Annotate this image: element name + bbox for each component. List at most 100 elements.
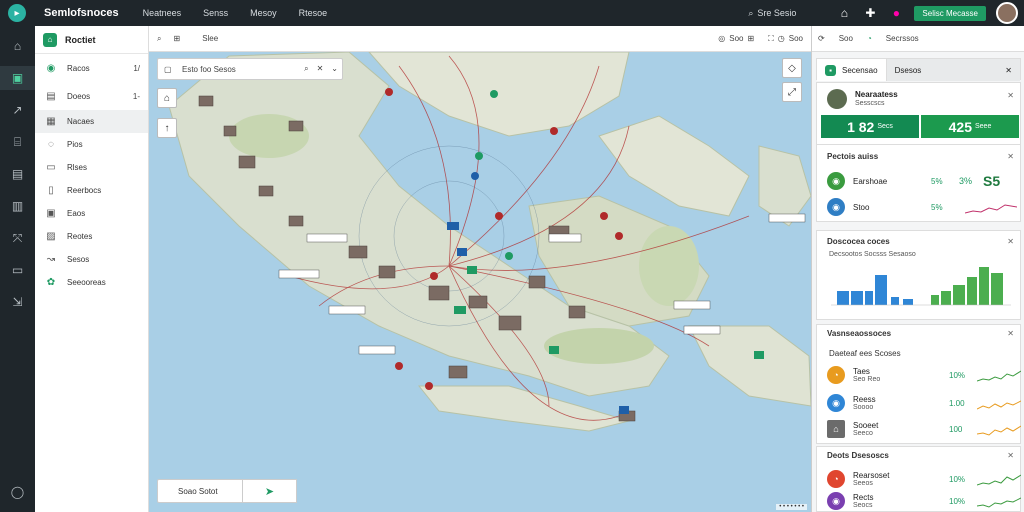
nav-item[interactable]: ▤ Doeos 1- bbox=[35, 82, 148, 110]
rail-home-icon[interactable]: ⌂ bbox=[0, 34, 35, 58]
map-marker[interactable] bbox=[467, 266, 477, 274]
top-nav-item-4[interactable]: Rtesoe bbox=[299, 8, 328, 18]
rail-book-icon[interactable]: ▤ bbox=[0, 162, 35, 186]
rail-chat-icon[interactable]: ◯ bbox=[0, 480, 35, 504]
list-item-label: Rects bbox=[853, 493, 874, 502]
rail-bank-icon[interactable]: ⌸ bbox=[0, 130, 35, 154]
navigate-button[interactable]: ➤ bbox=[242, 479, 297, 503]
map-search-text: Esto foo Sesos bbox=[182, 64, 236, 74]
nav-item[interactable]: ▣ Eaos bbox=[35, 202, 148, 225]
map-marker[interactable] bbox=[754, 351, 764, 359]
map-marker[interactable] bbox=[454, 306, 466, 314]
list-item[interactable]: ◔ Taes Seo Reo 10% bbox=[827, 365, 1021, 385]
tab-data[interactable]: Dsesos ✕ bbox=[886, 59, 1020, 81]
right-toolbar-label-2[interactable]: Secrssos bbox=[886, 34, 919, 43]
layers-control-icon[interactable]: ⌂ bbox=[157, 88, 177, 108]
right-toolbar-label-1[interactable]: Soo bbox=[839, 34, 853, 43]
rail-export-icon[interactable]: ⇲ bbox=[0, 290, 35, 314]
nav-item[interactable]: ▭ Rlses bbox=[35, 156, 148, 179]
close-icon[interactable]: ✕ bbox=[1007, 451, 1014, 460]
map-marker[interactable] bbox=[395, 362, 403, 370]
map-toolbar-right-label-2[interactable]: Soo bbox=[789, 34, 803, 43]
rail-monitor-icon[interactable]: ▭ bbox=[0, 258, 35, 282]
rail-document-icon[interactable]: ▥ bbox=[0, 194, 35, 218]
top-nav-item-2[interactable]: Senss bbox=[203, 8, 228, 18]
target-icon[interactable]: ◎ bbox=[718, 34, 725, 43]
map-marker[interactable] bbox=[471, 172, 479, 180]
rail-route-icon[interactable]: ↗ bbox=[0, 98, 35, 122]
filter-icon[interactable]: ⊞ bbox=[173, 34, 180, 43]
map-view[interactable]: ⌕ ⊞ Slee ◎ Soo ⊞ ⛶ ◷ Soo ▢ Esto foo Seso… bbox=[149, 26, 811, 512]
metrics-card-title: Pectois auiss bbox=[827, 152, 879, 161]
grid-icon[interactable]: ⊞ bbox=[747, 34, 754, 43]
map-marker[interactable] bbox=[425, 382, 433, 390]
map-toolbar-right-label-1[interactable]: Soo bbox=[729, 34, 743, 43]
home-icon[interactable]: ⌂ bbox=[836, 5, 852, 21]
compass-icon[interactable]: ↑ bbox=[157, 118, 177, 138]
map-search-input[interactable]: ▢ Esto foo Sesos ⌕ ✕ ⌄ bbox=[157, 58, 343, 80]
list-item[interactable]: ◉ Rects Seocs 10% bbox=[827, 491, 1021, 511]
rail-map-icon[interactable]: ▣ bbox=[0, 66, 35, 90]
map-marker[interactable] bbox=[447, 222, 459, 230]
top-action-button[interactable]: Selisc Mecasse bbox=[914, 5, 986, 21]
close-icon[interactable]: ✕ bbox=[1007, 329, 1014, 338]
list-item-text: Rearsoset Seeos bbox=[853, 471, 889, 487]
map-marker[interactable] bbox=[619, 406, 629, 414]
close-icon[interactable]: ✕ bbox=[1005, 66, 1012, 75]
nav-item[interactable]: ✿ Seeooreas bbox=[35, 271, 148, 294]
map-marker[interactable] bbox=[430, 272, 438, 280]
map-marker[interactable] bbox=[550, 127, 558, 135]
map-marker[interactable] bbox=[600, 212, 608, 220]
close-icon[interactable]: ✕ bbox=[317, 64, 324, 74]
list-item-value: 10% bbox=[949, 370, 966, 380]
nav-item[interactable]: ▦ Nacaes bbox=[35, 110, 148, 133]
nav-item[interactable]: ◉ Racos 1/ bbox=[35, 54, 148, 82]
global-search[interactable]: ⌕ Sre Sesio bbox=[748, 8, 796, 19]
close-icon[interactable]: ✕ bbox=[1007, 237, 1014, 246]
tab-details[interactable]: ▪ Secensao bbox=[817, 59, 887, 81]
nav-item[interactable]: ▯ Reerbocs bbox=[35, 179, 148, 202]
avatar[interactable] bbox=[996, 2, 1018, 24]
metric-row[interactable]: ◉ Stoo 5% bbox=[827, 197, 1017, 217]
app-logo-icon[interactable]: ▸ bbox=[8, 4, 26, 22]
send-icon: ➤ bbox=[264, 485, 275, 498]
map-marker[interactable] bbox=[475, 152, 483, 160]
list-item[interactable]: ◔ Rearsoset Seeos 10% bbox=[827, 469, 1021, 489]
expand-icon[interactable]: ⛶ bbox=[768, 34, 774, 44]
top-nav-item-3[interactable]: Mesoy bbox=[250, 8, 277, 18]
map-canvas[interactable] bbox=[149, 26, 811, 512]
puzzle-icon[interactable]: ✚ bbox=[862, 5, 878, 21]
map-marker[interactable] bbox=[457, 248, 467, 256]
top-nav-item-1[interactable]: Neatnees bbox=[143, 8, 182, 18]
nav-item[interactable]: ▨ Reotes bbox=[35, 225, 148, 248]
clock-icon[interactable]: ◷ bbox=[778, 34, 785, 43]
chevron-down-icon[interactable]: ⌄ bbox=[331, 64, 338, 74]
fullscreen-icon[interactable]: ⤢ bbox=[782, 82, 802, 102]
search-icon[interactable]: ⌕ bbox=[304, 64, 308, 74]
map-marker[interactable] bbox=[505, 252, 513, 260]
nav-panel-header: ⌂ Roctiet bbox=[35, 26, 148, 54]
notification-icon[interactable]: ● bbox=[888, 5, 904, 21]
search-icon[interactable]: ⌕ bbox=[157, 34, 161, 44]
info-icon[interactable]: ◔ bbox=[867, 34, 872, 43]
map-marker[interactable] bbox=[490, 90, 498, 98]
map-marker[interactable] bbox=[495, 212, 503, 220]
close-icon[interactable]: ✕ bbox=[1007, 152, 1014, 161]
map-marker[interactable] bbox=[615, 232, 623, 240]
nav-item-label: Nacaes bbox=[67, 117, 95, 126]
nav-item[interactable]: ◌ Pios bbox=[35, 133, 148, 156]
rail-share-icon[interactable]: ⤧ bbox=[0, 226, 35, 250]
folder-icon: ▭ bbox=[46, 162, 56, 173]
metric-row[interactable]: ◉ Earshoae 5% 3% S5 bbox=[827, 171, 1017, 191]
nav-item[interactable]: ↝ Sesos bbox=[35, 248, 148, 271]
map-marker[interactable] bbox=[385, 88, 393, 96]
map-toolbar-left[interactable]: ⌕ ⊞ Slee bbox=[149, 34, 226, 44]
sync-icon[interactable]: ⟳ bbox=[818, 34, 825, 43]
location-icon[interactable]: ◇ bbox=[782, 58, 802, 78]
list-item[interactable]: ⌂ Sooeet Seeco 100 bbox=[827, 419, 1021, 439]
close-icon[interactable]: ✕ bbox=[1007, 91, 1014, 100]
list-item[interactable]: ◉ Reess Soooo 1.00 bbox=[827, 393, 1021, 413]
location-search-input[interactable]: Soao Sotot ➤ bbox=[157, 479, 297, 503]
metric-extra: 3% bbox=[959, 176, 973, 186]
map-marker[interactable] bbox=[549, 346, 559, 354]
